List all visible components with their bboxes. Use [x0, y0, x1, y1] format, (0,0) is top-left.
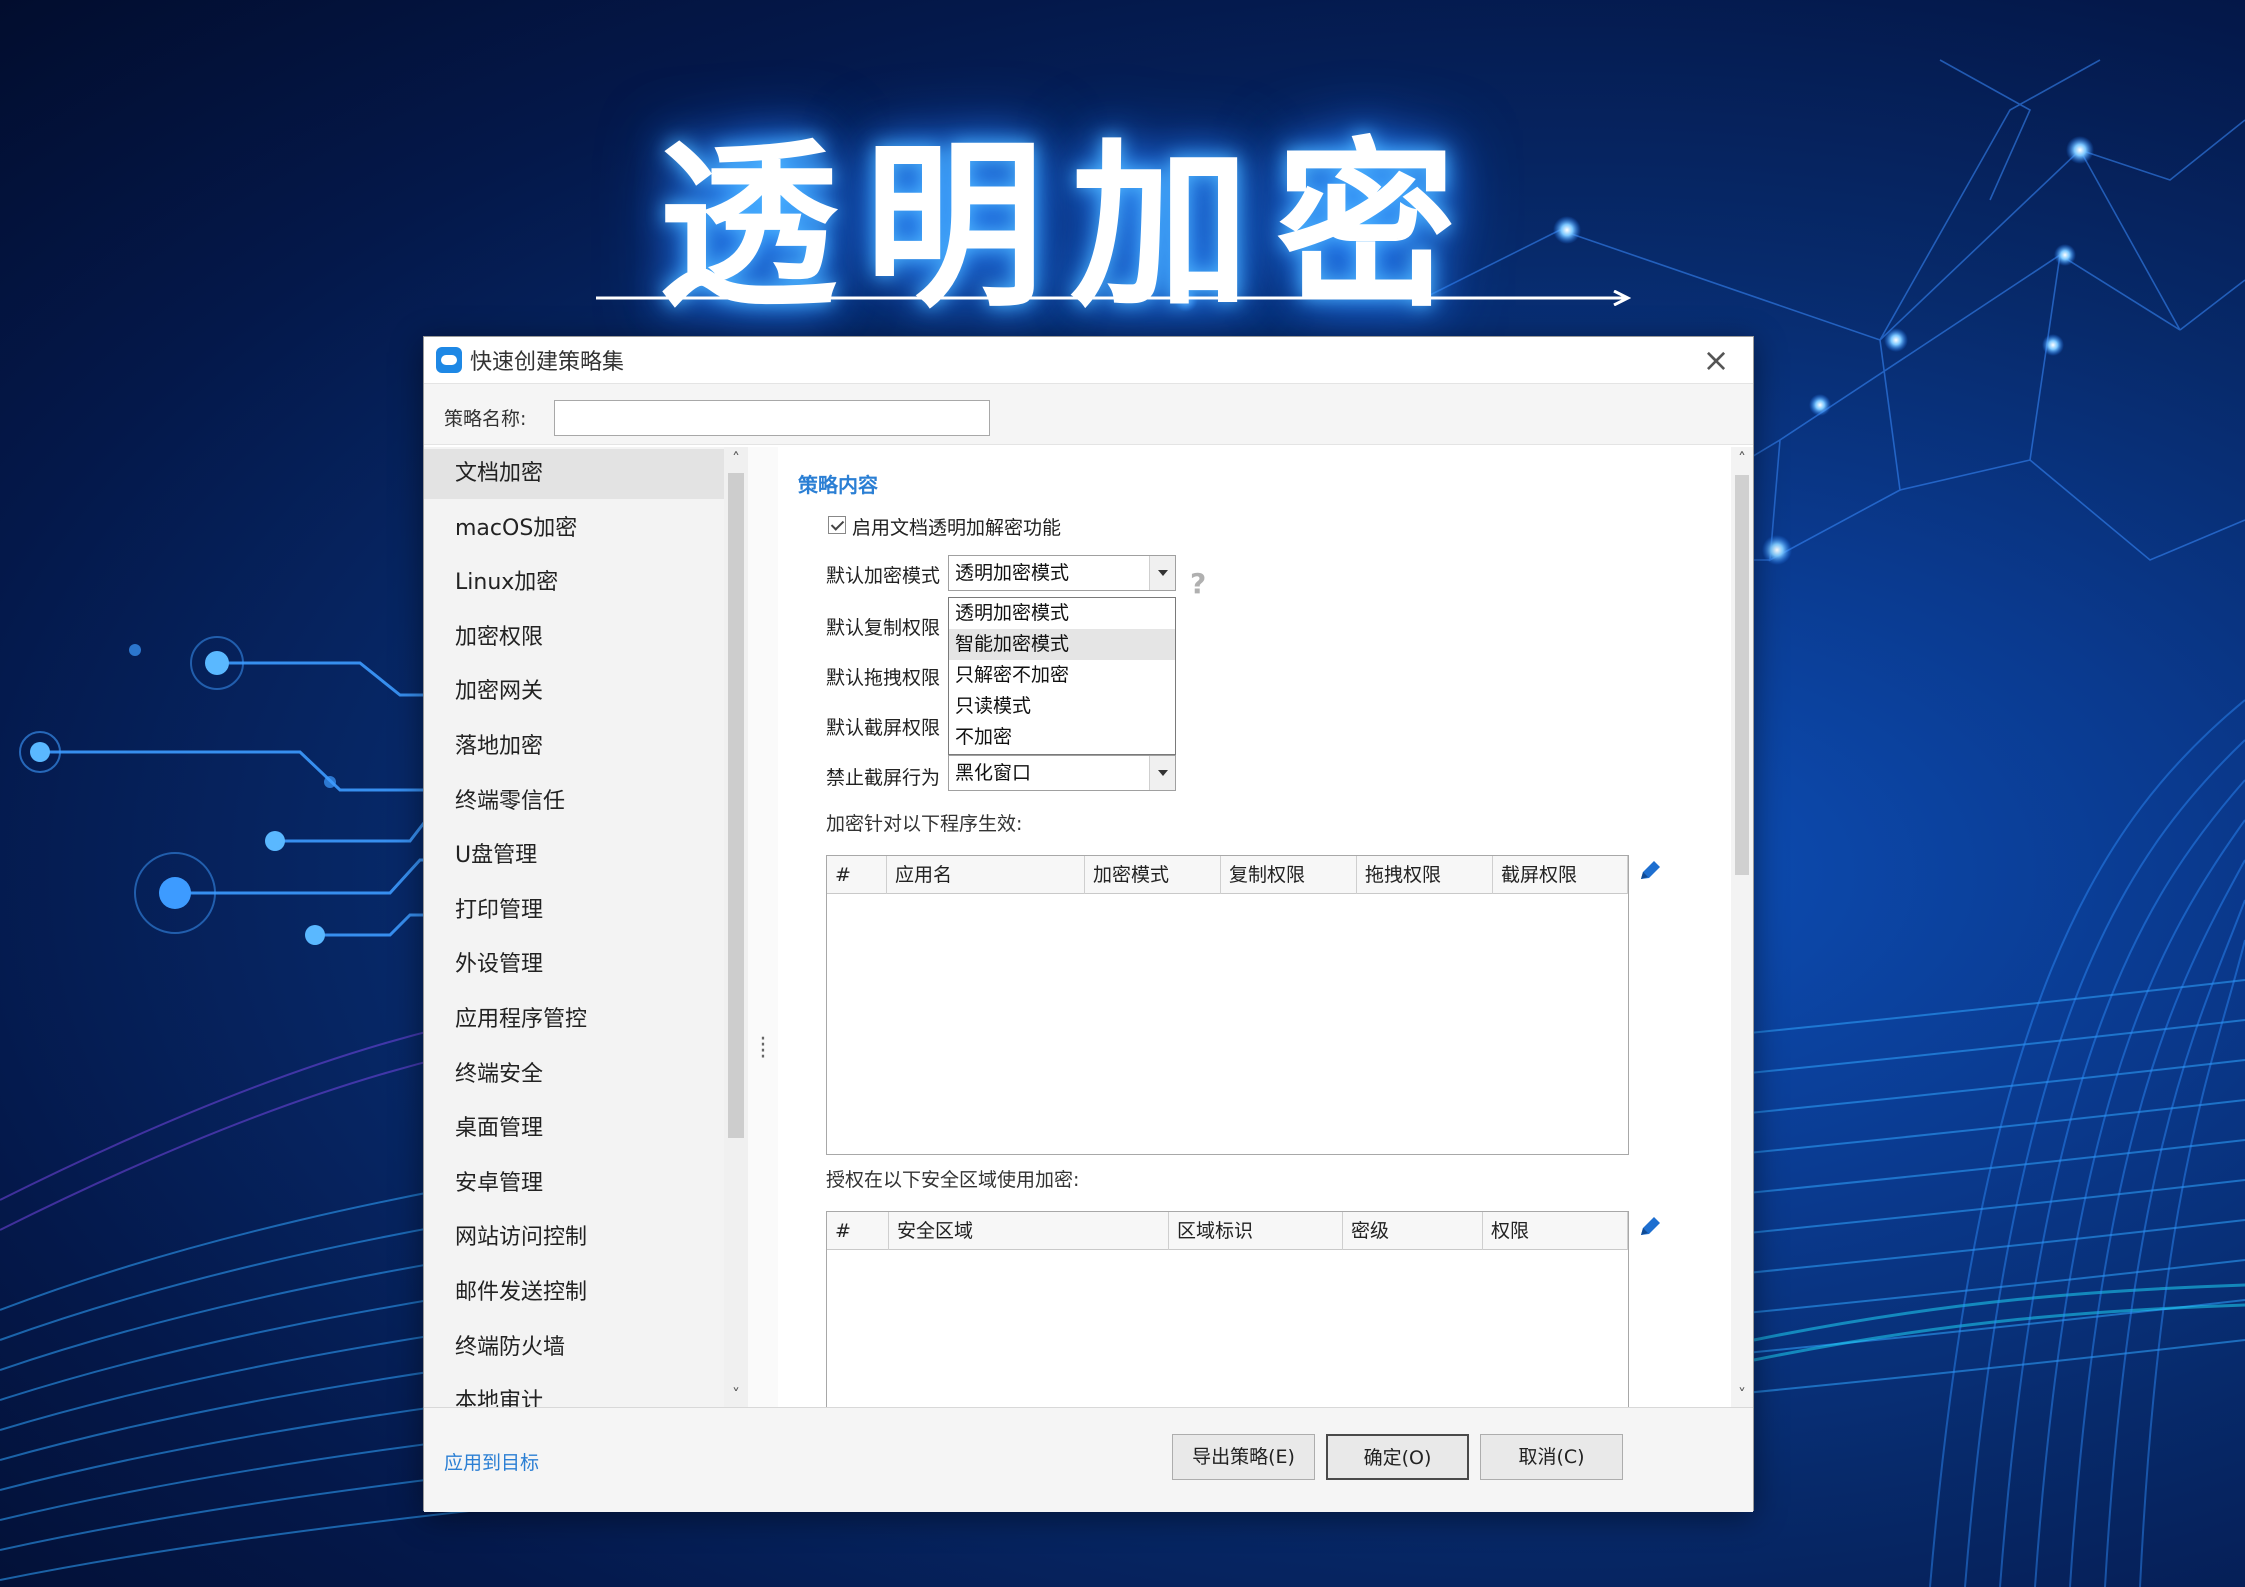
sidebar-item[interactable]: 终端零信任 [424, 777, 724, 827]
scroll-up-icon[interactable]: ˄ [724, 449, 748, 469]
close-button[interactable]: × [1699, 343, 1733, 377]
ok-button[interactable]: 确定(O) [1326, 1434, 1469, 1480]
sidebar-item[interactable]: 终端安全 [424, 1050, 724, 1100]
column-header[interactable]: # [827, 1212, 889, 1250]
scroll-down-icon[interactable]: ˅ [724, 1385, 748, 1405]
column-header[interactable]: 截屏权限 [1493, 856, 1628, 894]
hero-arrow-icon [596, 290, 1631, 306]
dropdown-option[interactable]: 不加密 [949, 722, 1175, 753]
encryption-mode-dropdown: 透明加密模式 智能加密模式 只解密不加密 只读模式 不加密 [948, 597, 1176, 755]
apps-table[interactable]: # 应用名 加密模式 复制权限 拖拽权限 截屏权限 [826, 855, 1629, 1155]
zones-table[interactable]: # 安全区域 区域标识 密级 权限 [826, 1211, 1629, 1407]
sidebar-item[interactable]: 安卓管理 [424, 1159, 724, 1209]
column-header[interactable]: 加密模式 [1085, 856, 1221, 894]
sidebar-scrollbar[interactable]: ˄ ˅ [724, 447, 748, 1407]
section-title: 策略内容 [798, 473, 878, 497]
column-header[interactable]: 复制权限 [1221, 856, 1357, 894]
dialog-titlebar: 快速创建策略集 × [424, 337, 1753, 383]
default-mode-value: 透明加密模式 [955, 562, 1070, 584]
apps-label: 加密针对以下程序生效: [826, 813, 1023, 835]
chevron-down-icon[interactable] [1149, 556, 1175, 590]
splitter-grip-icon[interactable]: · · · · [758, 1029, 768, 1069]
sidebar-item[interactable]: U盘管理 [424, 831, 724, 881]
sidebar-item[interactable]: 应用程序管控 [424, 995, 724, 1045]
forbid-screenshot-value: 黑化窗口 [955, 762, 1032, 784]
forbid-screenshot-label: 禁止截屏行为 [826, 767, 941, 789]
column-header[interactable]: # [827, 856, 887, 894]
column-header[interactable]: 密级 [1343, 1212, 1483, 1250]
sidebar-item[interactable]: Linux加密 [424, 558, 724, 608]
chevron-down-icon[interactable] [1149, 756, 1175, 790]
sidebar-scroll-thumb[interactable] [728, 473, 744, 1138]
policy-content-pane: 策略内容 启用文档透明加解密功能 默认加密模式 透明加密模式 ? 默认复制权限 … [778, 447, 1731, 1407]
default-screenshot-label: 默认截屏权限 [826, 717, 941, 739]
pane-splitter[interactable]: · · · · [748, 447, 778, 1407]
sidebar-item[interactable]: 加密网关 [424, 667, 724, 717]
help-icon[interactable]: ? [1190, 567, 1206, 600]
scroll-down-icon[interactable]: ˅ [1731, 1385, 1753, 1405]
column-header[interactable]: 安全区域 [889, 1212, 1169, 1250]
dialog-footer: 应用到目标 导出策略(E) 确定(O) 取消(C) [424, 1407, 1753, 1512]
zones-table-header: # 安全区域 区域标识 密级 权限 [827, 1212, 1628, 1250]
column-header[interactable]: 区域标识 [1169, 1212, 1343, 1250]
apply-to-target-link[interactable]: 应用到目标 [444, 1448, 539, 1475]
edit-pencil-icon[interactable] [1636, 857, 1664, 885]
column-header[interactable]: 拖拽权限 [1357, 856, 1493, 894]
dropdown-option[interactable]: 只读模式 [949, 691, 1175, 722]
zones-label: 授权在以下安全区域使用加密: [826, 1169, 1080, 1191]
scroll-up-icon[interactable]: ˄ [1731, 449, 1753, 469]
sidebar-item[interactable]: 邮件发送控制 [424, 1268, 724, 1318]
create-policy-dialog: 快速创建策略集 × 策略名称: 文档加密 macOS加密 Linux加密 加密权限 加密… [423, 336, 1754, 1512]
policy-name-bar: 策略名称: [424, 383, 1753, 445]
export-policy-button[interactable]: 导出策略(E) [1172, 1434, 1315, 1480]
column-header[interactable]: 权限 [1483, 1212, 1628, 1250]
edit-pencil-icon[interactable] [1636, 1213, 1664, 1241]
sidebar-item[interactable]: 本地审计 [424, 1377, 724, 1407]
sidebar-item[interactable]: macOS加密 [424, 504, 724, 554]
default-copy-label: 默认复制权限 [826, 617, 941, 639]
dialog-title: 快速创建策略集 [470, 350, 625, 375]
sidebar-item[interactable]: 外设管理 [424, 940, 724, 990]
default-mode-label: 默认加密模式 [826, 565, 941, 587]
enable-encryption-label: 启用文档透明加解密功能 [852, 517, 1062, 539]
dropdown-option[interactable]: 智能加密模式 [949, 629, 1175, 660]
default-drag-label: 默认拖拽权限 [826, 667, 941, 689]
sidebar-item[interactable]: 网站访问控制 [424, 1213, 724, 1263]
cancel-button[interactable]: 取消(C) [1480, 1434, 1623, 1480]
dropdown-option[interactable]: 只解密不加密 [949, 660, 1175, 691]
apps-table-header: # 应用名 加密模式 复制权限 拖拽权限 截屏权限 [827, 856, 1628, 894]
dropdown-option[interactable]: 透明加密模式 [949, 598, 1175, 629]
sidebar-item[interactable]: 文档加密 [424, 449, 724, 499]
policy-category-sidebar: 文档加密 macOS加密 Linux加密 加密权限 加密网关 落地加密 终端零信任 U盘管理打… [424, 447, 724, 1407]
policy-name-input[interactable] [554, 400, 990, 436]
policy-name-label: 策略名称: [444, 408, 527, 430]
sidebar-item[interactable]: 加密权限 [424, 613, 724, 663]
sidebar-item[interactable]: 打印管理 [424, 886, 724, 936]
sidebar-item[interactable]: 桌面管理 [424, 1104, 724, 1154]
app-logo-icon [436, 347, 462, 373]
column-header[interactable]: 应用名 [887, 856, 1085, 894]
enable-encryption-checkbox[interactable] [828, 516, 846, 534]
content-scroll-thumb[interactable] [1735, 475, 1749, 875]
forbid-screenshot-select[interactable]: 黑化窗口 [948, 755, 1176, 791]
default-mode-select[interactable]: 透明加密模式 [948, 555, 1176, 591]
sidebar-item[interactable]: 落地加密 [424, 722, 724, 772]
sidebar-item[interactable]: 终端防火墙 [424, 1323, 724, 1373]
content-scrollbar[interactable]: ˄ ˅ [1731, 447, 1753, 1407]
